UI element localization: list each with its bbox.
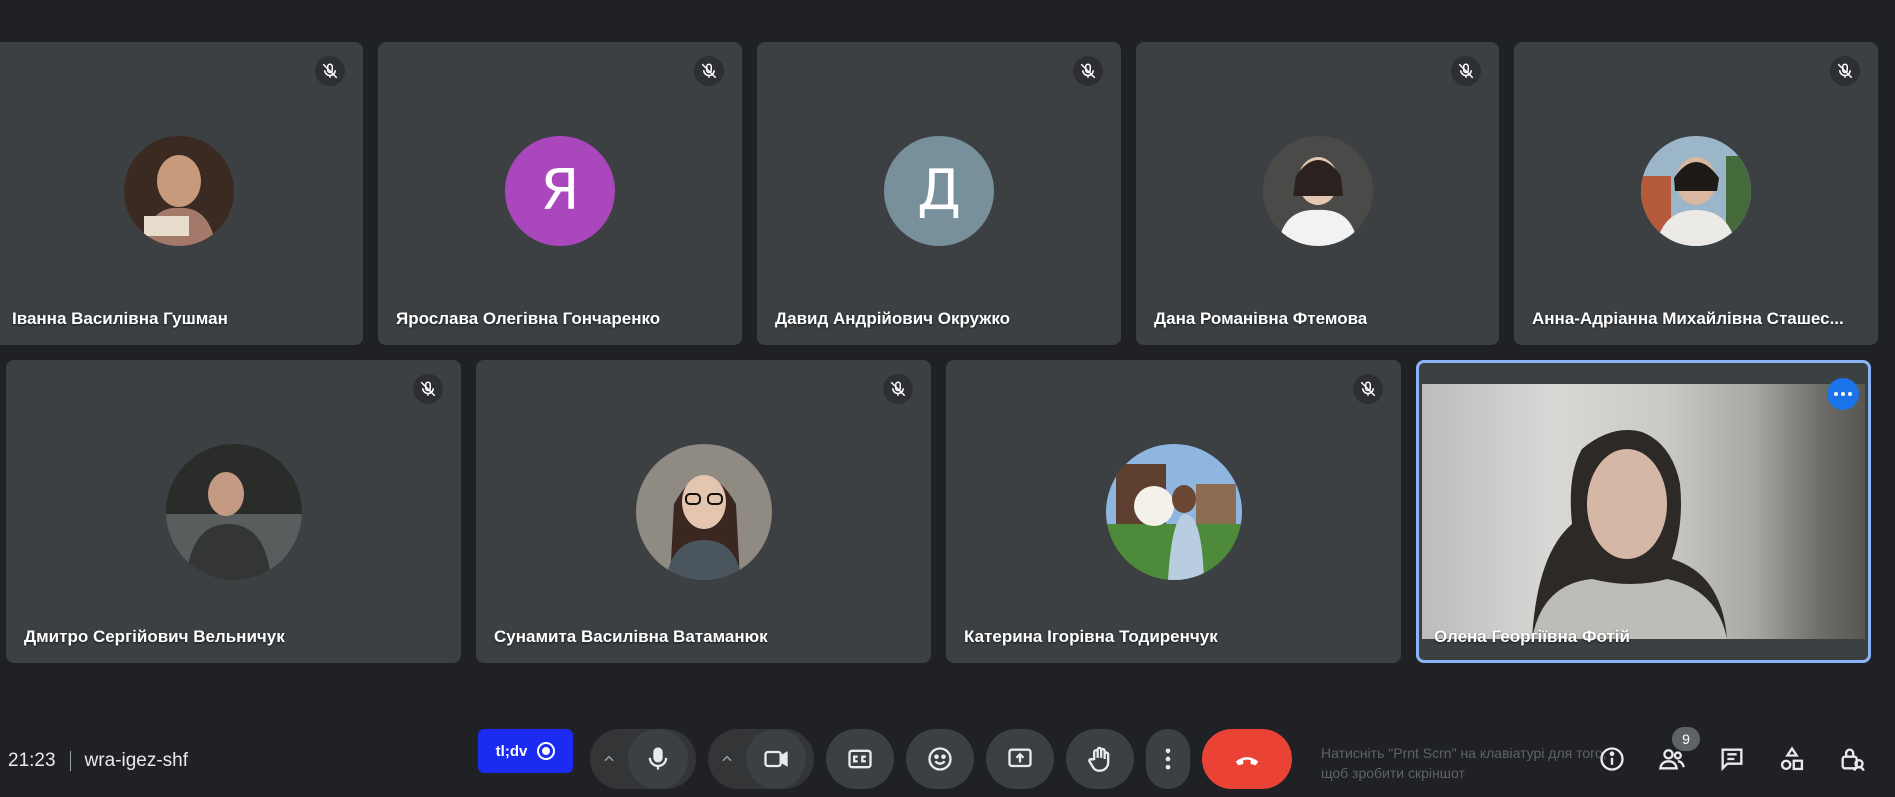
emoji-icon [928,747,952,771]
participant-name: Олена Георгіївна Фотій [1434,627,1630,646]
meeting-details-button[interactable] [1590,737,1634,781]
present-screen-button[interactable] [986,729,1054,789]
record-icon [537,742,556,760]
meeting-info: 21:23 wra-igez-shf [8,750,188,772]
camera-options-button[interactable] [708,729,746,789]
mic-off-icon [694,56,724,86]
end-call-icon [1235,757,1259,766]
info-icon [1600,747,1624,771]
participant-tile[interactable]: Д Давид Андрійович Окружко [757,42,1121,345]
shapes-icon [1780,746,1804,771]
camera-button[interactable] [746,729,806,789]
leave-call-button[interactable] [1202,729,1292,789]
participant-name: Іванна Василівна Гушман [12,309,228,328]
mic-options-button[interactable] [590,729,628,789]
mic-off-icon [413,374,443,404]
avatar-initial: Я [540,158,580,223]
tldv-record-button[interactable]: tl;dv [478,729,573,773]
mic-off-icon [1353,374,1383,404]
participant-avatar [1105,443,1242,580]
microphone-button[interactable] [628,729,688,789]
raise-hand-button[interactable] [1066,729,1134,789]
participant-tile[interactable]: Іванна Василівна Гушман [0,42,363,345]
captions-button[interactable] [826,729,894,789]
participant-avatar [165,443,302,580]
participant-avatar [1641,135,1751,246]
more-vert-icon [1165,748,1171,770]
mic-off-icon [1073,56,1103,86]
participant-avatar [1262,135,1373,246]
participant-tile[interactable]: Я Ярослава Олегівна Гончаренко [378,42,742,345]
tldv-label: tl;dv [495,742,528,760]
microphone-icon [648,747,668,770]
chat-icon [1721,748,1743,772]
participant-name: Давид Андрійович Окружко [775,309,1011,328]
camera-control-group [708,729,814,789]
participant-name: Анна-Адріанна Михайлівна Сташес... [1532,309,1844,328]
more-options-menu-button[interactable] [1146,729,1190,789]
reactions-button[interactable] [906,729,974,789]
chat-button[interactable] [1710,737,1754,781]
activities-button[interactable] [1770,737,1814,781]
participant-avatar [635,443,772,580]
mic-off-icon [315,56,345,86]
participant-avatar: Я [505,135,615,246]
participant-name: Дана Романівна Фтемова [1154,309,1368,328]
participant-video [1422,384,1865,639]
bottom-control-bar: 21:23 wra-igez-shf tl;dv Натисніть "Prnt… [0,717,1895,797]
avatar-initial: Д [917,158,961,223]
chevron-up-icon [604,755,614,762]
more-options-button[interactable] [1827,378,1859,410]
divider [69,751,71,771]
people-icon [1658,749,1685,770]
chevron-up-icon [722,755,732,762]
participant-tile[interactable]: Дмитро Сергійович Вельничук [6,360,461,663]
host-controls-button[interactable] [1830,737,1874,781]
participant-name: Катерина Ігорівна Тодиренчук [964,627,1218,646]
mic-off-icon [1451,56,1481,86]
participant-tile[interactable]: Сунамита Василівна Ватаманюк [476,360,931,663]
participant-tile-active-speaker[interactable]: Олена Георгіївна Фотій [1416,360,1871,663]
captions-icon [848,749,872,769]
participant-tile[interactable]: Анна-Адріанна Михайлівна Сташес... [1514,42,1878,345]
lock-person-icon [1841,748,1865,772]
participant-tile[interactable]: Дана Романівна Фтемова [1136,42,1499,345]
mic-off-icon [1830,56,1860,86]
mic-control-group [590,729,696,789]
participant-avatar: Д [884,135,994,246]
meeting-time: 21:23 [8,750,56,771]
participant-avatar [123,135,234,246]
participant-tile[interactable]: Катерина Ігорівна Тодиренчук [946,360,1401,663]
hand-icon [1088,746,1110,772]
people-button[interactable] [1650,737,1694,781]
present-icon [1008,748,1032,768]
participant-name: Дмитро Сергійович Вельничук [24,627,285,646]
screenshot-hint: Натисніть "Prnt Scrn" на клавіатурі для … [1321,745,1607,781]
camera-icon [764,750,788,768]
participant-name: Сунамита Василівна Ватаманюк [494,627,768,646]
participant-name: Ярослава Олегівна Гончаренко [396,309,661,328]
mic-off-icon [883,374,913,404]
meeting-code[interactable]: wra-igez-shf [85,750,188,772]
